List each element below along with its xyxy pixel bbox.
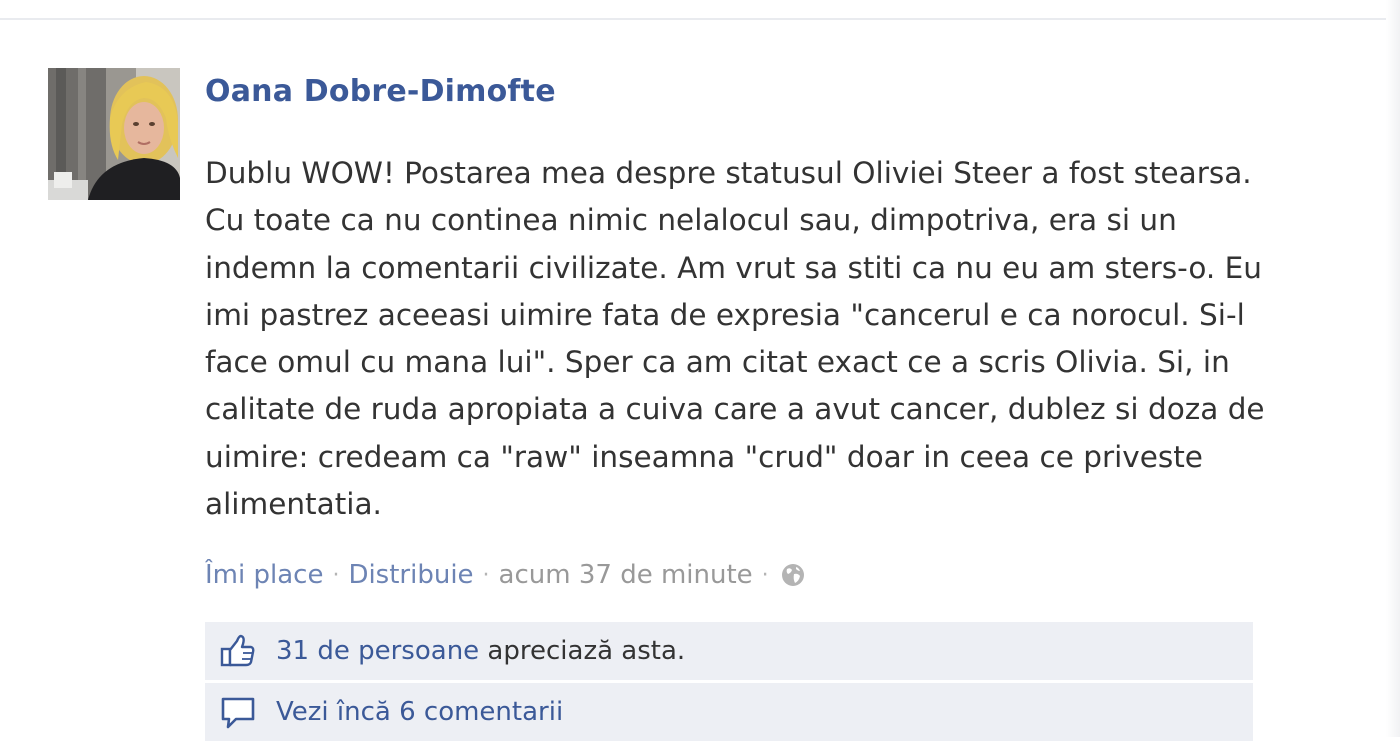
post-message-line: indemn la comentarii civilizate. Am vrut… [205,250,1262,285]
action-separator: · [482,562,490,588]
thumbs-up-icon[interactable] [218,631,258,671]
feed-story: Oana Dobre-Dimofte Dublu WOW! Postarea m… [0,0,1400,741]
post-message: Dublu WOW! Postarea mea despre statusul … [205,150,1305,528]
page-edge-shadow [1386,0,1400,737]
post-timestamp[interactable]: acum 37 de minute [499,560,753,590]
post-message-line: calitate de ruda apropiata a cuiva care … [205,392,1265,427]
post-message-line: uimire: credeam ca "raw" inseamna "crud"… [205,439,1203,474]
likes-suffix-text: apreciază asta. [479,636,686,666]
post-actions-bar: Îmi place · Distribuie · acum 37 de minu… [205,560,806,590]
author-name-link[interactable]: Oana Dobre-Dimofte [205,74,556,109]
share-link[interactable]: Distribuie [348,560,473,590]
post-message-line: imi pastrez aceeasi uimire fata de expre… [205,297,1245,332]
avatar-photo [48,68,180,200]
post-message-line: Dublu WOW! Postarea mea despre statusul … [205,156,1252,190]
post-message-line: face omul cu mana lui". Sper ca am citat… [205,345,1230,380]
likes-summary-row: 31 de persoane apreciază asta. [205,622,1253,680]
post-message-line: alimentatia. [205,487,382,522]
action-separator: · [761,562,769,588]
action-separator: · [332,562,340,588]
view-more-comments-link[interactable]: Vezi încă 6 comentarii [276,697,563,727]
comment-bubble-icon [218,692,258,732]
post-message-line: Cu toate ca nu continea nimic nelalocul … [205,203,1177,238]
author-avatar[interactable] [48,68,180,200]
like-link[interactable]: Îmi place [205,560,323,590]
view-comments-row[interactable]: Vezi încă 6 comentarii [205,683,1253,741]
feedback-panel: 31 de persoane apreciază asta. Vezi încă… [205,622,1253,744]
likers-link[interactable]: 31 de persoane [276,636,479,666]
globe-icon[interactable] [780,562,806,588]
